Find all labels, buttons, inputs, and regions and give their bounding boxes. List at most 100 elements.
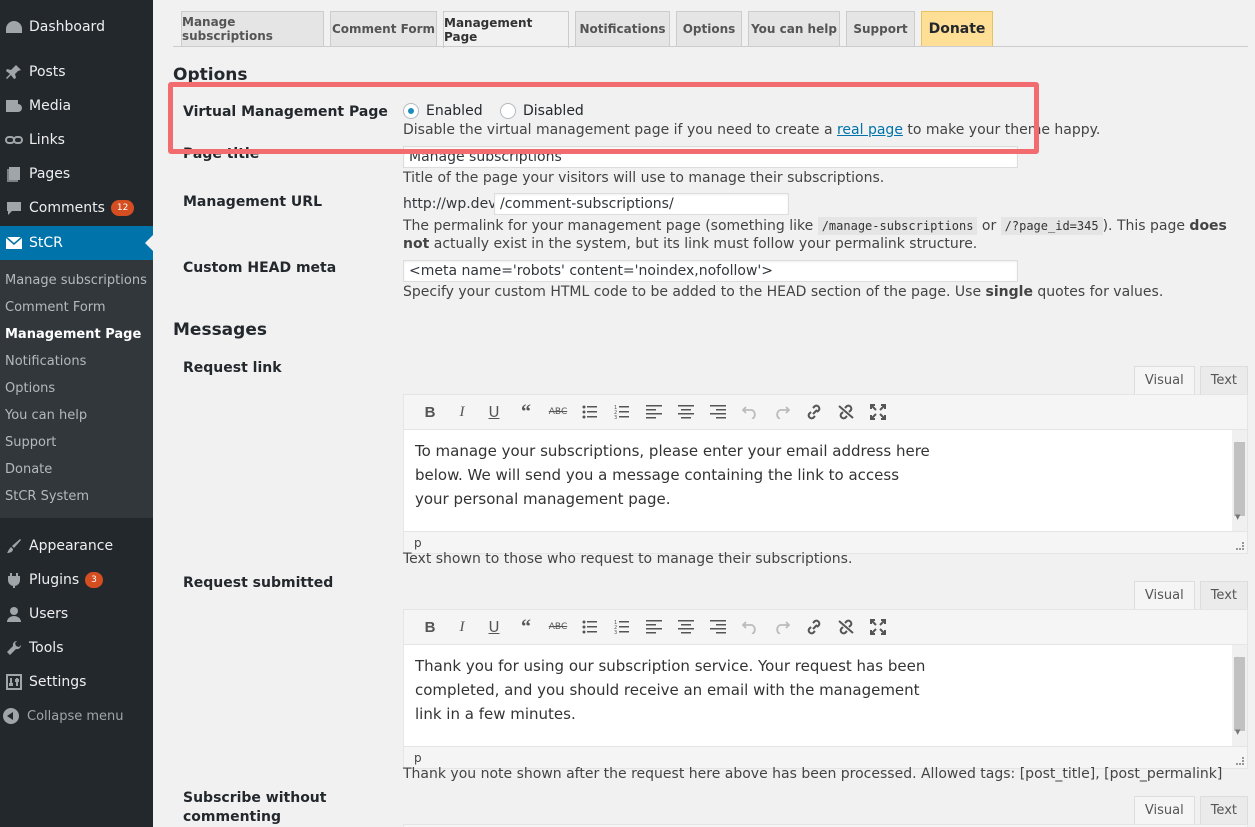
- tab-manage-subscriptions[interactable]: Manage subscriptions: [181, 11, 324, 46]
- undo-icon[interactable]: [734, 398, 766, 426]
- visual-tab[interactable]: Visual: [1133, 796, 1195, 825]
- text-tab[interactable]: Text: [1199, 366, 1248, 395]
- menu-dashboard-label: Dashboard: [29, 19, 105, 35]
- bullet-list-icon[interactable]: [574, 398, 606, 426]
- management-url-input[interactable]: /comment-subscriptions/: [494, 193, 789, 215]
- media-icon: [3, 96, 25, 116]
- url-prefix: http://wp.dev: [403, 196, 497, 212]
- menu-links[interactable]: Links: [0, 123, 153, 157]
- tab-donate[interactable]: Donate: [921, 11, 993, 46]
- tab-management-page[interactable]: Management Page: [443, 11, 569, 48]
- bullet-list-icon[interactable]: [574, 613, 606, 641]
- comment-icon: [3, 198, 25, 218]
- swc-label-line-1: Subscribe without: [183, 790, 327, 806]
- scroll-down-icon[interactable]: ▼: [1235, 505, 1240, 529]
- menu-stcr[interactable]: StCR: [0, 226, 153, 260]
- submenu-support[interactable]: Support: [5, 435, 56, 450]
- menu-media[interactable]: Media: [0, 89, 153, 123]
- menu-users[interactable]: Users: [0, 597, 153, 631]
- request-submitted-text: Thank you for using our subscription ser…: [415, 657, 926, 723]
- custom-head-meta-input[interactable]: <meta name='robots' content='noindex,nof…: [403, 260, 1018, 282]
- tab-options[interactable]: Options: [676, 11, 742, 46]
- tab-comment-form[interactable]: Comment Form: [330, 11, 437, 46]
- text-tab[interactable]: Text: [1199, 796, 1248, 825]
- menu-comments[interactable]: Comments 12: [0, 191, 153, 225]
- visual-tab[interactable]: Visual: [1133, 581, 1195, 610]
- unlink-icon[interactable]: [830, 613, 862, 641]
- text-tab[interactable]: Text: [1199, 581, 1248, 610]
- subscribe-without-commenting-editor: Visual Text: [403, 796, 1248, 827]
- submenu-manage-subscriptions[interactable]: Manage subscriptions: [5, 273, 147, 288]
- submenu-you-can-help[interactable]: You can help: [5, 408, 87, 423]
- submenu-donate[interactable]: Donate: [5, 462, 52, 477]
- resize-grip-icon[interactable]: [1236, 757, 1244, 765]
- editor-scrollbar[interactable]: ▲▼: [1232, 645, 1247, 746]
- resize-grip-icon[interactable]: [1236, 542, 1244, 550]
- menu-dashboard[interactable]: Dashboard: [0, 10, 153, 44]
- menu-posts-label: Posts: [29, 64, 66, 80]
- menu-pages[interactable]: Pages: [0, 157, 153, 191]
- menu-settings[interactable]: Settings: [0, 665, 153, 699]
- link-icon[interactable]: [798, 613, 830, 641]
- bold-icon[interactable]: B: [414, 613, 446, 641]
- fullscreen-icon[interactable]: [862, 613, 894, 641]
- swc-label-line-2: commenting: [183, 809, 282, 825]
- align-left-icon[interactable]: [638, 613, 670, 641]
- fullscreen-icon[interactable]: [862, 398, 894, 426]
- link-icon[interactable]: [798, 398, 830, 426]
- menu-plugins[interactable]: Plugins 3: [0, 563, 153, 597]
- underline-icon[interactable]: U: [478, 398, 510, 426]
- blockquote-icon[interactable]: “: [510, 398, 542, 426]
- request-link-content[interactable]: To manage your subscriptions, please ent…: [404, 430, 1247, 531]
- menu-posts[interactable]: Posts: [0, 55, 153, 89]
- underline-icon[interactable]: U: [478, 613, 510, 641]
- element-path[interactable]: p: [414, 751, 422, 765]
- submenu-stcr-system[interactable]: StCR System: [5, 489, 89, 504]
- submenu-options[interactable]: Options: [5, 381, 55, 396]
- undo-icon[interactable]: [734, 613, 766, 641]
- menu-links-label: Links: [29, 132, 65, 148]
- tab-you-can-help[interactable]: You can help: [748, 11, 840, 46]
- submenu-comment-form[interactable]: Comment Form: [5, 300, 106, 315]
- align-left-icon[interactable]: [638, 398, 670, 426]
- submenu-management-page[interactable]: Management Page: [5, 327, 141, 342]
- menu-appearance[interactable]: Appearance: [0, 529, 153, 563]
- strikethrough-icon[interactable]: ABC: [542, 613, 574, 641]
- italic-icon[interactable]: I: [446, 398, 478, 426]
- request-submitted-editor: Visual Text B I U “ABC 1 2 3 Thank you for usi…: [403, 581, 1248, 771]
- submenu-notifications[interactable]: Notifications: [5, 354, 86, 369]
- strikethrough-icon[interactable]: ABC: [542, 398, 574, 426]
- bold-icon[interactable]: B: [414, 398, 446, 426]
- comments-count-badge: 12: [110, 200, 135, 216]
- tab-support[interactable]: Support: [846, 11, 915, 46]
- italic-icon[interactable]: I: [446, 613, 478, 641]
- menu-tools[interactable]: Tools: [0, 631, 153, 665]
- menu-tools-label: Tools: [29, 640, 64, 656]
- menu-media-label: Media: [29, 98, 72, 114]
- request-submitted-content[interactable]: Thank you for using our subscription ser…: [404, 645, 1247, 746]
- user-icon: [3, 604, 25, 624]
- redo-icon[interactable]: [766, 613, 798, 641]
- align-right-icon[interactable]: [702, 398, 734, 426]
- collapse-menu-button[interactable]: Collapse menu: [0, 704, 124, 728]
- blockquote-icon[interactable]: “: [510, 613, 542, 641]
- redo-icon[interactable]: [766, 398, 798, 426]
- editor-box: B I U “ABC 1 2 3 To manage your subscriptions,…: [403, 394, 1248, 554]
- element-path[interactable]: p: [414, 536, 422, 550]
- unlink-icon[interactable]: [830, 398, 862, 426]
- align-right-icon[interactable]: [702, 613, 734, 641]
- envelope-icon: [3, 233, 25, 253]
- tab-notifications[interactable]: Notifications: [575, 11, 670, 46]
- scroll-down-icon[interactable]: ▼: [1235, 720, 1240, 744]
- align-center-icon[interactable]: [670, 398, 702, 426]
- numbered-list-icon[interactable]: 123: [606, 613, 638, 641]
- url-example-code-1: /manage-subscriptions: [817, 217, 978, 235]
- stcr-submenu: Manage subscriptions Comment Form Manage…: [0, 260, 153, 518]
- visual-tab[interactable]: Visual: [1133, 366, 1195, 395]
- align-center-icon[interactable]: [670, 613, 702, 641]
- numbered-list-icon[interactable]: 123: [606, 398, 638, 426]
- subscribe-without-commenting-label: Subscribe without commenting: [183, 789, 326, 827]
- paintbrush-icon: [3, 536, 25, 556]
- editor-scrollbar[interactable]: ▲▼: [1232, 430, 1247, 531]
- url-desc-text: The permalink for your management page (…: [403, 218, 814, 234]
